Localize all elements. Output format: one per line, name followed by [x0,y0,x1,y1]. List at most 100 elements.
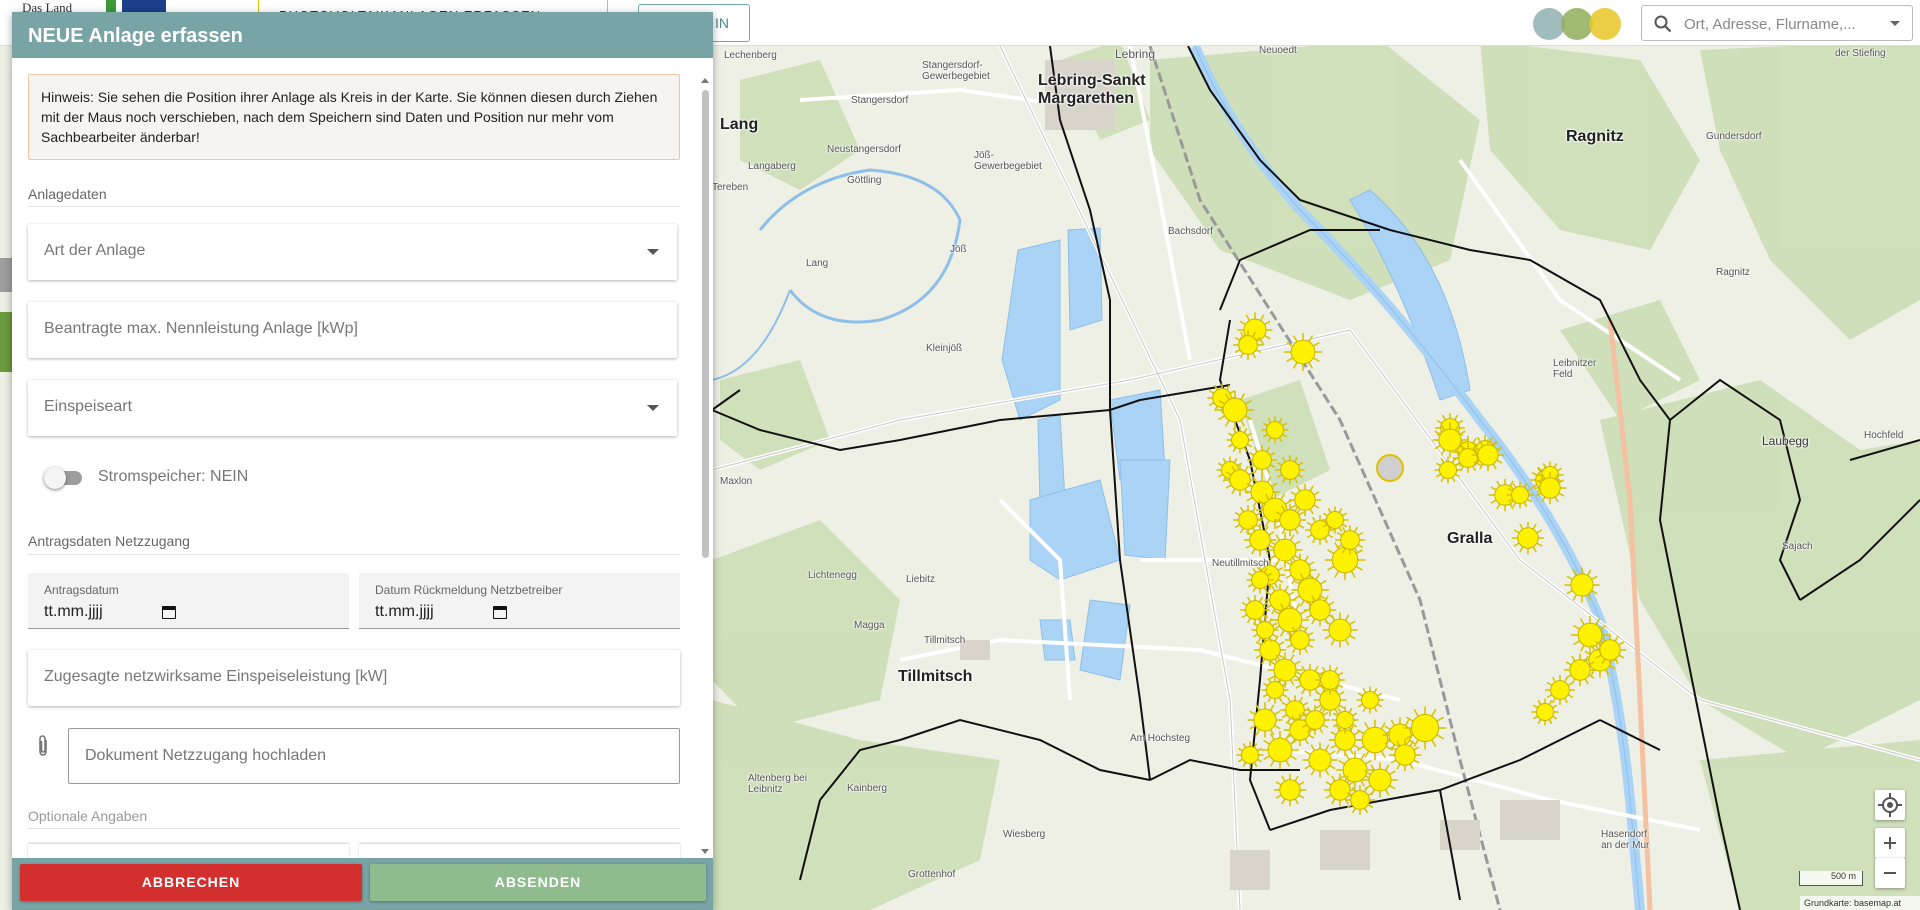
place-label: Gundersdorf [1706,131,1762,142]
calendar-icon[interactable] [493,606,507,619]
place-label: Altenberg bei Leibnitz [748,773,807,795]
divider [28,206,680,207]
place-label: Ragnitz [1566,128,1624,145]
place-label: Maxlon [720,476,753,487]
document-upload-placeholder: Dokument Netzzugang hochladen [85,747,327,764]
place-label: Lebring [1115,47,1156,61]
chevron-down-icon[interactable] [647,405,659,411]
divider [28,554,680,555]
place-label: Am Hochsteg [1130,733,1191,744]
section-label-optional: Optionale Angaben [28,808,148,824]
place-label: Gralla [1447,530,1493,547]
place-label: Bachsdorf [1168,226,1214,237]
feed-type-placeholder: Einspeiseart [44,398,133,415]
locate-icon [1878,793,1902,817]
place-label: Sajach [1782,541,1813,552]
search-input[interactable]: Ort, Adresse, Flurname,... [1684,16,1856,33]
request-date-field[interactable]: Antragsdatum tt.mm.jjjj [28,573,349,629]
place-label: Tereben [712,182,749,193]
section-label-grid-access: Antragsdaten Netzzugang [28,533,190,549]
place-label: Ragnitz [1716,267,1750,278]
zoom-out-icon [1884,872,1896,874]
panel-scrollbar[interactable] [698,74,712,854]
map-attribution: Grundkarte: basemap.at [1800,896,1920,910]
place-label: Jöß [950,244,967,255]
place-label: Lebring-Sankt [1038,72,1146,89]
place-label: Margarethen [1038,90,1135,107]
calendar-icon[interactable] [162,606,176,619]
reply-date-label: Datum Rückmeldung Netzbetreiber [375,583,563,597]
place-label: Stangersdorf [851,95,909,106]
place-label: Grottenhof [908,869,956,880]
promised-power-input[interactable]: Zugesagte netzwirksame Einspeiseleistung… [28,650,680,706]
place-label: Leibnitzer Feld [1553,358,1597,380]
place-label: Neutillmitsch [1212,558,1269,569]
scroll-down-icon[interactable] [701,849,709,854]
reply-date-input[interactable]: tt.mm.jjjj [375,603,434,621]
place-label: Tillmitsch [898,668,973,685]
scroll-up-icon[interactable] [701,78,709,83]
toggle-knob[interactable] [44,467,66,489]
layer-circle-icon[interactable] [1589,8,1621,40]
feed-type-select[interactable]: Einspeiseart [28,380,677,436]
document-upload-input[interactable]: Dokument Netzzugang hochladen [68,728,680,784]
plant-type-select[interactable]: Art der Anlage [28,224,677,280]
scrollbar-thumb[interactable] [702,90,709,558]
place-label: Stangersdorf-Gewerbegebiet [922,60,990,82]
place-label: Laubegg [1762,434,1809,448]
place-label: Neuoedt [1259,45,1297,56]
panel-form: Hinweis: Sie sehen die Position ihrer An… [12,58,713,858]
chevron-down-icon[interactable] [647,249,659,255]
place-label: Lichtenegg [808,570,857,581]
locate-button[interactable] [1875,790,1905,820]
chevron-down-icon[interactable] [1890,21,1900,26]
place-label: Liebitz [906,574,935,585]
reply-date-field[interactable]: Datum Rückmeldung Netzbetreiber tt.mm.jj… [359,573,680,629]
place-search[interactable]: Ort, Adresse, Flurname,... [1641,5,1913,41]
divider [28,828,680,829]
panel-title: NEUE Anlage erfassen [12,12,713,58]
request-date-label: Antragsdatum [44,583,119,597]
app-root: Lebring-Sankt Margarethen Ragnitz Gralla… [0,0,1920,910]
place-label: Lang [806,258,829,269]
place-label: Hochfeld [1864,430,1904,441]
nominal-power-placeholder: Beantragte max. Nennleistung Anlage [kWp… [44,320,358,337]
logo-flag-icon [106,0,116,12]
nominal-power-input[interactable]: Beantragte max. Nennleistung Anlage [kWp… [28,302,677,358]
scale-bar: 500 m [1799,871,1863,886]
place-label: Kleinjöß [926,343,963,354]
storage-toggle[interactable] [44,467,84,489]
search-icon [1654,15,1672,33]
place-label: der Stiefing [1835,48,1886,59]
promised-power-placeholder: Zugesagte netzwirksame Einspeiseleistung… [44,668,388,685]
optional-field[interactable] [28,844,349,858]
layer-switcher[interactable] [1533,8,1623,40]
zoom-out-button[interactable] [1875,858,1905,888]
storage-toggle-label: Stromspeicher: NEIN [98,468,249,485]
zoom-in-button[interactable] [1875,828,1905,858]
place-label: Jöß-Gewerbegebiet [974,150,1042,172]
place-label: Magga [854,620,885,631]
new-plant-position-marker [1376,454,1404,482]
place-label: Tillmitsch [924,635,966,646]
zoom-in-icon [1884,837,1896,849]
optional-field[interactable] [359,844,680,858]
paperclip-icon[interactable] [34,734,52,758]
place-label: Langaberg [748,161,796,172]
request-date-input[interactable]: tt.mm.jjjj [44,603,103,621]
place-label: Göttling [847,175,882,186]
plant-type-placeholder: Art der Anlage [44,242,146,259]
place-label: Kainberg [847,783,888,794]
place-label: Neustangersdorf [827,144,901,155]
cancel-button[interactable]: ABBRECHEN [20,864,362,901]
place-label: Hasendorf an der Mur [1601,829,1650,851]
panel-footer: ABBRECHEN ABSENDEN [12,858,713,910]
eu-flag-icon [122,0,166,12]
place-label: Lang [720,116,759,133]
place-label: Wiesberg [1003,829,1046,840]
submit-button[interactable]: ABSENDEN [370,864,706,901]
section-label-plant-data: Anlagedaten [28,186,107,202]
hint-box: Hinweis: Sie sehen die Position ihrer An… [28,74,680,160]
new-plant-panel: NEUE Anlage erfassen Hinweis: Sie sehen … [12,12,713,910]
place-label: Lechenberg [724,50,777,61]
